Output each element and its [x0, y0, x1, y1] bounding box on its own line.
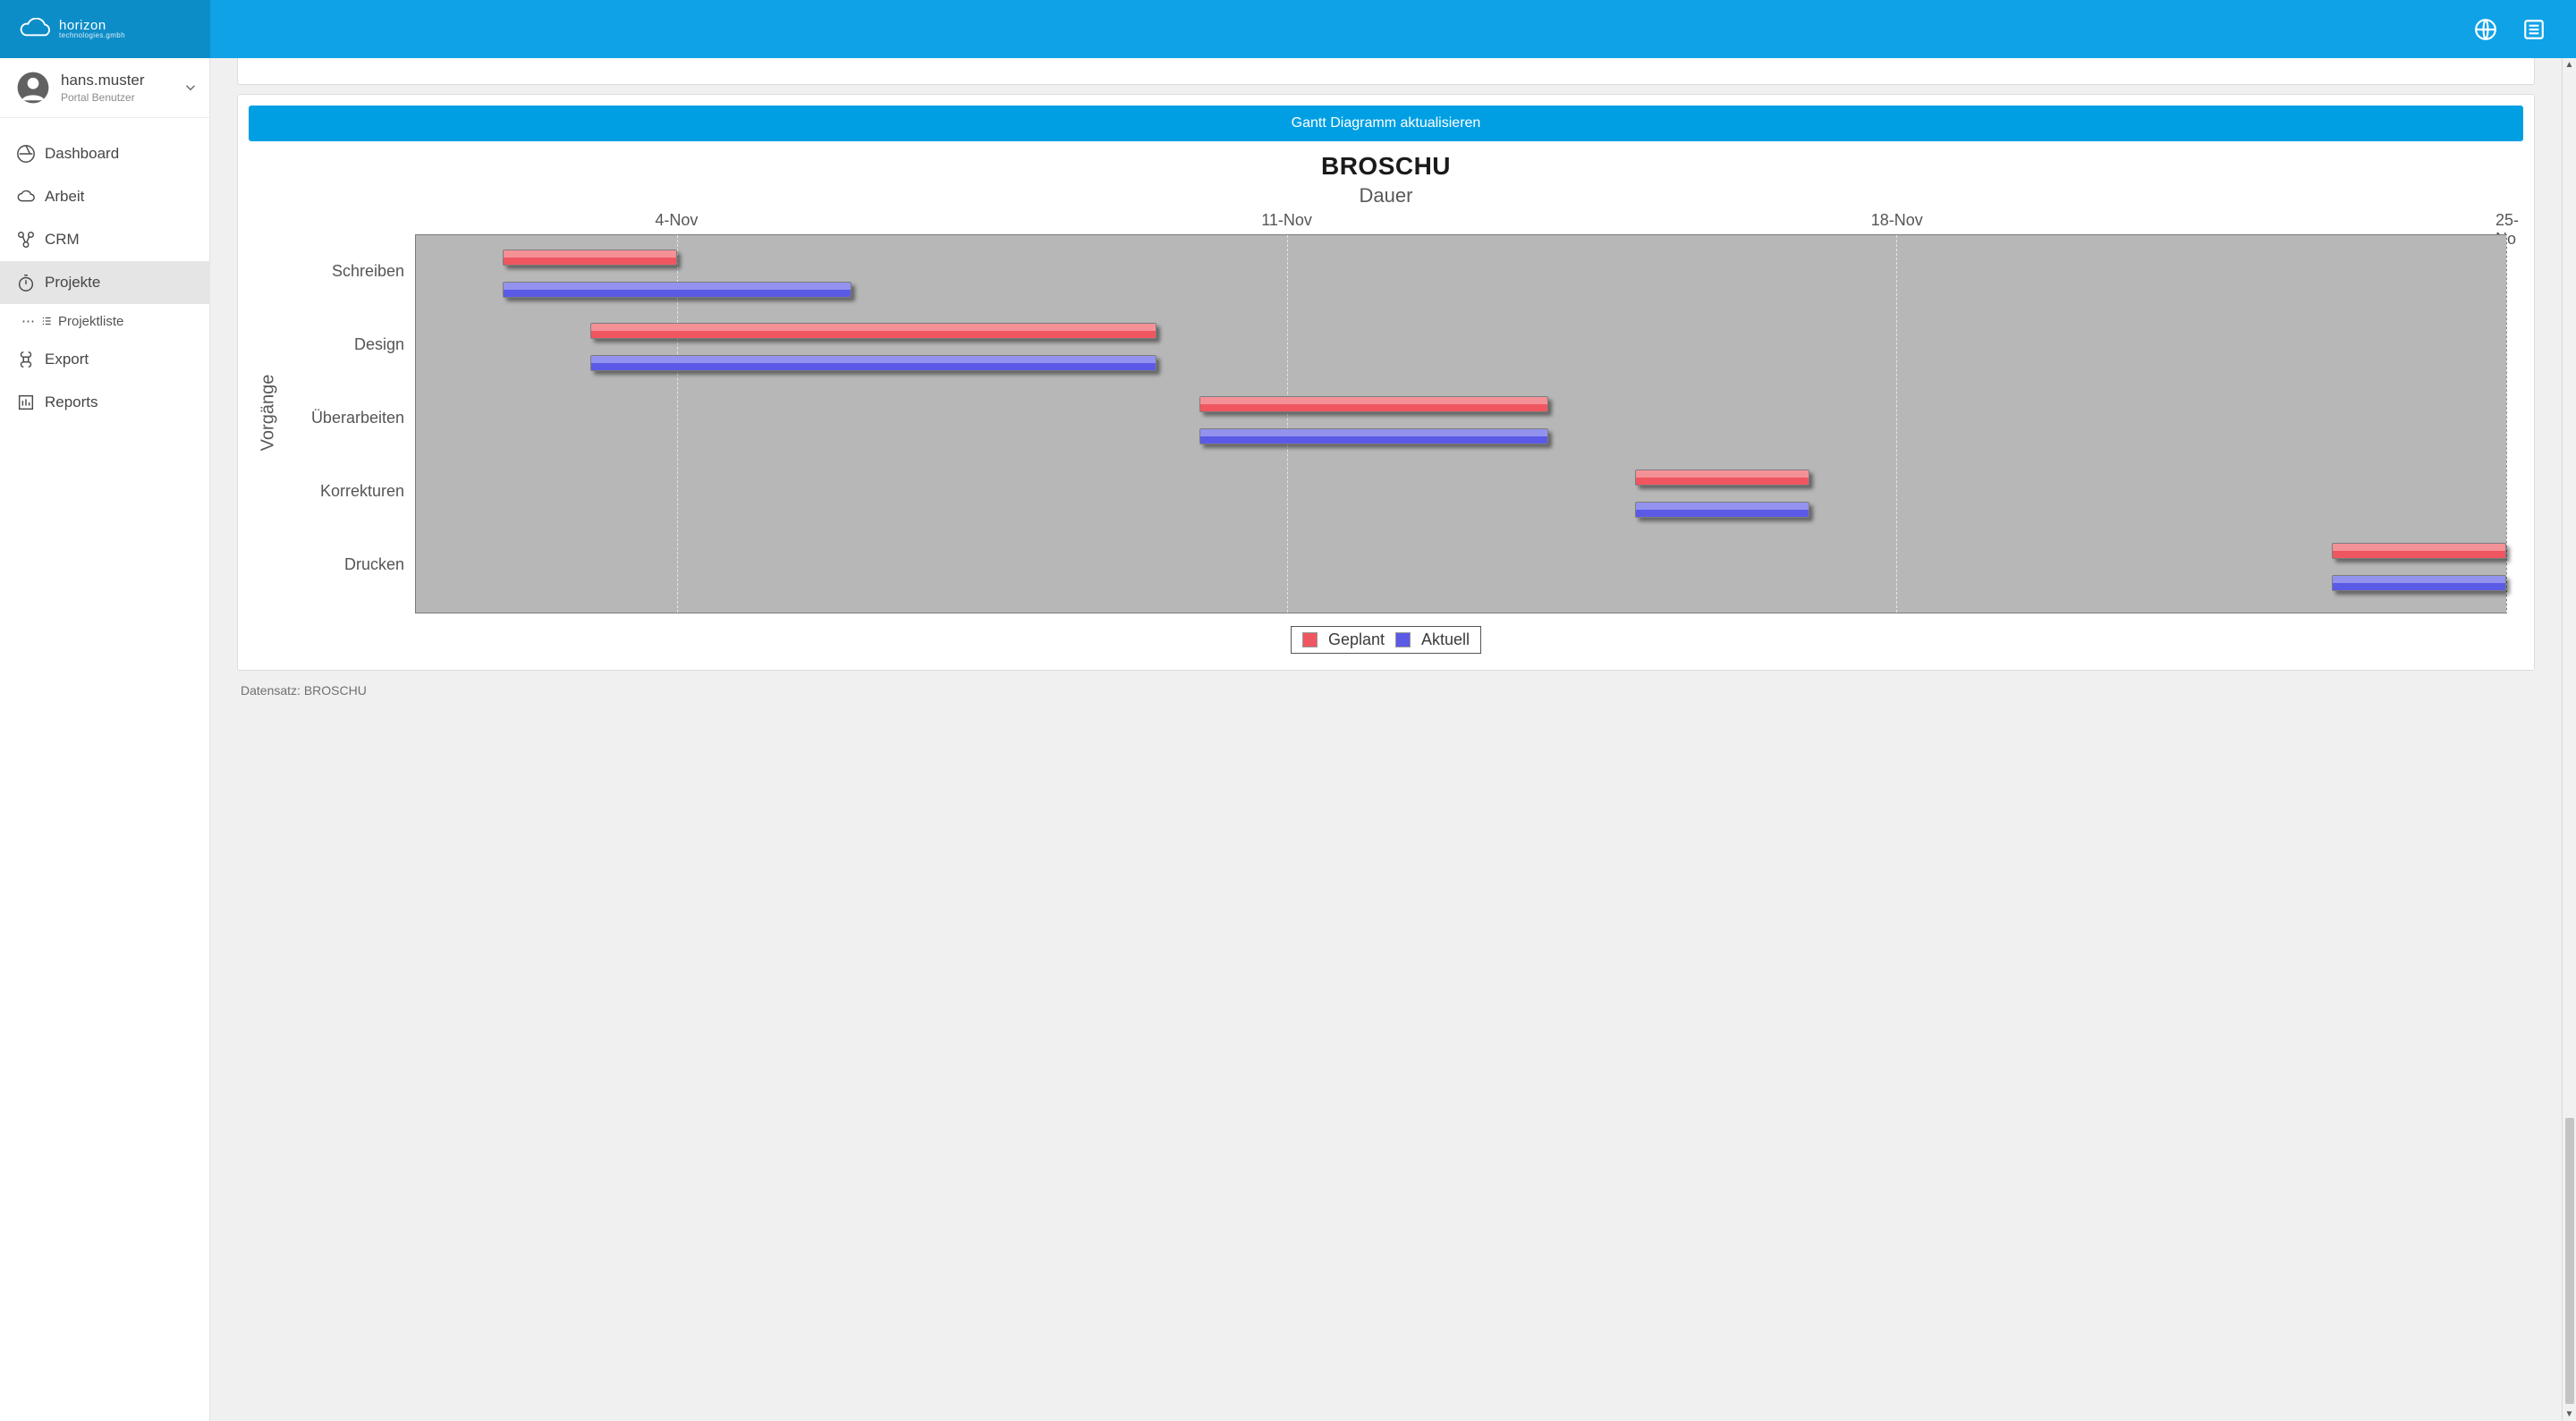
card-top-empty: [237, 58, 2535, 85]
dashboard-icon: [16, 144, 36, 164]
legend-label: Geplant: [1328, 630, 1385, 649]
nav-projektliste[interactable]: ⋯ Projektliste: [0, 304, 209, 338]
nav-dashboard[interactable]: Dashboard: [0, 132, 209, 175]
dots-icon: ⋯: [21, 313, 35, 329]
legend-swatch-aktuell: [1395, 632, 1411, 647]
task-name: Überarbeiten: [281, 381, 415, 454]
x-tick: 4-Nov: [655, 211, 698, 230]
topbar: horizon technologies.gmbh: [0, 0, 2576, 58]
nav-label: CRM: [45, 231, 80, 249]
nav-sub-label: Projektliste: [58, 314, 123, 329]
x-axis-ticks: 4-Nov11-Nov18-Nov25-No: [415, 211, 2507, 234]
x-tick: 18-Nov: [1871, 211, 1923, 230]
nav-crm[interactable]: CRM: [0, 218, 209, 261]
gantt-bar-aktuell[interactable]: [1199, 428, 1548, 444]
nav-label: Reports: [45, 393, 98, 411]
scroll-thumb[interactable]: [2565, 1118, 2574, 1404]
user-menu[interactable]: hans.muster Portal Benutzer: [0, 58, 209, 118]
crm-icon: [16, 230, 36, 250]
chart-title: BROSCHU: [249, 152, 2523, 181]
gantt-bar-geplant[interactable]: [590, 323, 1157, 339]
gantt-bar-geplant[interactable]: [1199, 396, 1548, 412]
user-name: hans.muster: [61, 72, 182, 89]
legend-label: Aktuell: [1421, 630, 1470, 649]
cloud-icon: [16, 187, 36, 207]
gantt-bar-aktuell[interactable]: [590, 355, 1157, 371]
cloud-icon: [18, 18, 54, 41]
refresh-gantt-button[interactable]: Gantt Diagramm aktualisieren: [249, 106, 2523, 141]
user-role: Portal Benutzer: [61, 91, 182, 104]
list-small-icon: [40, 315, 53, 327]
report-icon: [16, 393, 36, 412]
brand-sub: technologies.gmbh: [59, 32, 125, 39]
gantt-bar-geplant[interactable]: [2332, 543, 2506, 559]
command-icon: [16, 350, 36, 369]
nav: Dashboard Arbeit CRM Projekte ⋯ Projektl…: [0, 118, 209, 424]
stopwatch-icon: [16, 273, 36, 292]
task-name: Drucken: [281, 528, 415, 601]
nav-projekte[interactable]: Projekte: [0, 261, 209, 304]
dataset-footer: Datensatz: BROSCHU: [237, 671, 2535, 701]
main: Gantt Diagramm aktualisieren BROSCHU Dau…: [210, 58, 2562, 1421]
nav-label: Arbeit: [45, 188, 84, 206]
gantt-card: Gantt Diagramm aktualisieren BROSCHU Dau…: [237, 94, 2535, 671]
gantt-bar-geplant[interactable]: [1635, 469, 1809, 486]
chevron-down-icon: [182, 80, 199, 96]
brand-block[interactable]: horizon technologies.gmbh: [0, 0, 210, 58]
avatar-icon: [16, 71, 50, 105]
window-scrollbar[interactable]: ▲ ▼: [2562, 58, 2576, 1421]
gantt-bar-aktuell[interactable]: [503, 282, 852, 298]
scroll-up-icon[interactable]: ▲: [2565, 58, 2574, 72]
plot-area: [415, 234, 2507, 613]
nav-label: Export: [45, 351, 89, 368]
nav-arbeit[interactable]: Arbeit: [0, 175, 209, 218]
nav-label: Projekte: [45, 274, 100, 292]
sidebar: hans.muster Portal Benutzer Dashboard Ar…: [0, 58, 210, 1421]
scroll-down-icon[interactable]: ▼: [2565, 1408, 2574, 1421]
gantt-bar-aktuell[interactable]: [2332, 575, 2506, 591]
brand-name: horizon: [59, 19, 125, 32]
list-icon[interactable]: [2522, 18, 2546, 41]
task-name: Schreiben: [281, 234, 415, 308]
chart-xlabel: Dauer: [249, 184, 2523, 207]
nav-export[interactable]: Export: [0, 338, 209, 381]
nav-label: Dashboard: [45, 145, 119, 163]
chart-ylabel: Vorgänge: [258, 374, 279, 451]
x-tick: 11-Nov: [1261, 211, 1312, 230]
legend-swatch-geplant: [1302, 632, 1318, 647]
task-name: Korrekturen: [281, 454, 415, 528]
task-name: Design: [281, 308, 415, 381]
task-names: SchreibenDesignÜberarbeitenKorrekturenDr…: [281, 211, 415, 613]
globe-icon[interactable]: [2474, 18, 2497, 41]
gantt-bar-geplant[interactable]: [503, 250, 677, 266]
chart-legend: Geplant Aktuell: [1291, 626, 1481, 654]
gantt-bar-aktuell[interactable]: [1635, 502, 1809, 518]
nav-reports[interactable]: Reports: [0, 381, 209, 424]
gantt-chart: BROSCHU Dauer Vorgänge SchreibenDesignÜb…: [249, 148, 2523, 659]
